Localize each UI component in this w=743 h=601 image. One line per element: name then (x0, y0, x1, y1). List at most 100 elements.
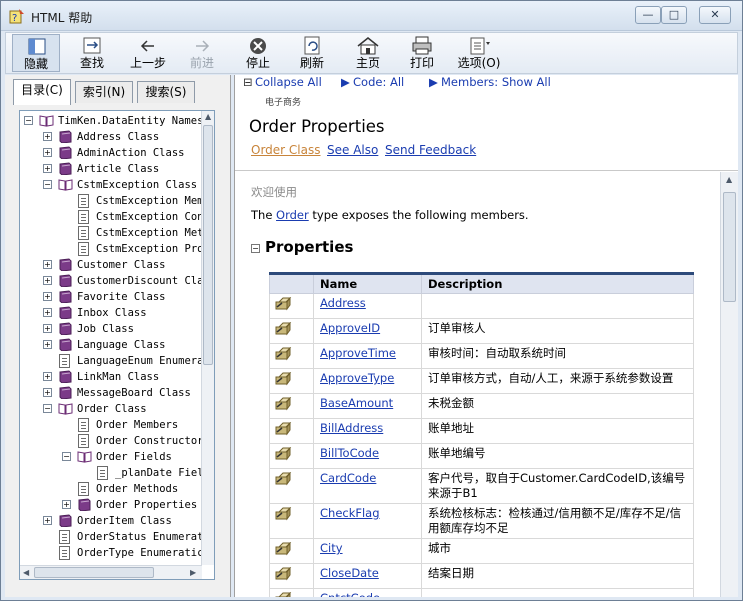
content-scroll-up-icon[interactable]: ▲ (726, 175, 732, 184)
expand-icon[interactable]: + (43, 388, 52, 397)
code-dropdown-icon[interactable]: ▶ (341, 75, 350, 89)
tree-item[interactable]: + Article Class (20, 161, 202, 177)
tree-horizontal-thumb[interactable] (34, 567, 154, 578)
properties-table: Name Description Address ApproveID 订单审核人 Ap… (269, 272, 694, 597)
property-link[interactable]: CheckFlag (320, 506, 380, 520)
content-vertical-thumb[interactable] (723, 192, 736, 302)
tree-item[interactable]: + Customer Class (20, 257, 202, 273)
expand-icon[interactable]: + (43, 132, 52, 141)
tree-item[interactable]: − Order Class (20, 401, 202, 417)
minimize-button[interactable]: — (635, 6, 661, 24)
scroll-left-icon[interactable]: ◀ (23, 568, 29, 577)
tree-item[interactable]: _planDate Fiel (20, 465, 202, 481)
close-button[interactable]: ✕ (699, 6, 731, 24)
property-link[interactable]: ApproveType (320, 371, 394, 385)
tree-item[interactable]: CstmException Mem (20, 193, 202, 209)
scroll-right-icon[interactable]: ▶ (190, 568, 196, 577)
tree-item[interactable]: − CstmException Class (20, 177, 202, 193)
tree-item[interactable]: Order Methods (20, 481, 202, 497)
public-property-icon (275, 297, 292, 311)
tree-item[interactable]: + AdminAction Class (20, 145, 202, 161)
home-button[interactable]: 主页 (344, 34, 392, 72)
expand-icon[interactable]: + (62, 500, 71, 509)
order-class-link[interactable]: Order Class (251, 143, 321, 157)
tree-item[interactable]: + LinkMan Class (20, 369, 202, 385)
property-link[interactable]: CardCode (320, 471, 376, 485)
tree-item[interactable]: − TimKen.DataEntity Names (20, 113, 202, 129)
tree-item[interactable]: + Inbox Class (20, 305, 202, 321)
tab-contents[interactable]: 目录(C) (13, 79, 71, 105)
tree-item[interactable]: OrderType Enumeratic (20, 545, 202, 561)
tree-item[interactable]: + Favorite Class (20, 289, 202, 305)
tree-vertical-scrollbar[interactable]: ▲ (201, 111, 214, 565)
tree-item[interactable]: − Order Fields (20, 449, 202, 465)
tree-item[interactable]: OrderStatus Enumerat (20, 529, 202, 545)
property-link[interactable]: City (320, 541, 343, 555)
tree-item[interactable]: CstmException Con (20, 209, 202, 225)
content-vertical-scrollbar[interactable]: ▲ (720, 172, 738, 597)
property-link[interactable]: ApproveTime (320, 346, 396, 360)
collapse-icon[interactable]: − (62, 452, 71, 461)
tree-horizontal-scrollbar[interactable]: ◀ ▶ (20, 565, 202, 579)
order-type-link[interactable]: Order (276, 208, 309, 222)
tree-item[interactable]: CstmException Pro (20, 241, 202, 257)
tree-item[interactable]: + MessageBoard Class (20, 385, 202, 401)
tree-item-label: LinkMan Class (77, 371, 160, 383)
property-link[interactable]: BillToCode (320, 446, 379, 460)
expand-icon[interactable]: + (43, 164, 52, 173)
members-filter-link[interactable]: Members: Show All (441, 75, 551, 89)
refresh-button[interactable]: 刷新 (288, 34, 336, 72)
expand-icon[interactable]: + (43, 340, 52, 349)
collapse-icon[interactable]: − (24, 116, 33, 125)
property-link[interactable]: BaseAmount (320, 396, 393, 410)
tree-item[interactable]: CstmException Met (20, 225, 202, 241)
property-link[interactable]: BillAddress (320, 421, 383, 435)
expand-icon[interactable]: + (43, 292, 52, 301)
tree-item[interactable]: + OrderItem Class (20, 513, 202, 529)
description-cell (421, 588, 694, 597)
members-dropdown-icon[interactable]: ▶ (429, 75, 438, 89)
tree-vertical-thumb[interactable] (203, 125, 213, 365)
expand-icon[interactable]: + (43, 148, 52, 157)
tab-index[interactable]: 索引(N) (75, 81, 133, 103)
expand-icon[interactable]: + (43, 260, 52, 269)
collapse-icon[interactable]: − (43, 180, 52, 189)
property-link[interactable]: CloseDate (320, 566, 379, 580)
stop-button[interactable]: 停止 (234, 34, 282, 72)
collapse-all-link[interactable]: Collapse All (255, 75, 322, 89)
see-also-link[interactable]: See Also (327, 143, 378, 157)
tree-item[interactable]: Order Constructor (20, 433, 202, 449)
expand-icon[interactable]: + (43, 324, 52, 333)
back-button[interactable]: 上一步 (124, 34, 172, 72)
tree-item[interactable]: Order Members (20, 417, 202, 433)
property-link[interactable]: ApproveID (320, 321, 380, 335)
property-link[interactable]: CntctCode (320, 591, 380, 597)
expand-icon[interactable]: + (43, 516, 52, 525)
title-bar[interactable]: ? HTML 帮助 — □ ✕ (1, 1, 742, 31)
print-button[interactable]: 打印 (398, 34, 446, 72)
tree-item[interactable]: + CustomerDiscount Cla (20, 273, 202, 289)
property-link[interactable]: Address (320, 296, 366, 310)
tab-search[interactable]: 搜索(S) (137, 81, 195, 103)
tree-item[interactable]: + Order Properties (20, 497, 202, 513)
collapse-icon[interactable]: − (43, 404, 52, 413)
send-feedback-link[interactable]: Send Feedback (385, 143, 476, 157)
topic-header: ⊟ Collapse All ▶ Code: All ▶ Members: Sh… (235, 75, 738, 171)
options-button[interactable]: 选项(O) (452, 34, 506, 72)
forward-button[interactable]: 前进 (178, 34, 226, 72)
scroll-up-icon[interactable]: ▲ (205, 112, 211, 121)
maximize-button[interactable]: □ (661, 6, 687, 24)
icon-cell (269, 418, 314, 444)
tree-item[interactable]: + Job Class (20, 321, 202, 337)
expand-icon[interactable]: + (43, 308, 52, 317)
code-filter-link[interactable]: Code: All (353, 75, 404, 89)
expand-icon[interactable]: + (43, 276, 52, 285)
hide-button[interactable]: 隐藏 (12, 34, 60, 72)
collapse-toggle-icon[interactable]: ⊟ (243, 75, 253, 89)
section-collapse-icon[interactable]: − (251, 244, 260, 253)
tree-item[interactable]: + Language Class (20, 337, 202, 353)
locate-button[interactable]: 查找 (68, 34, 116, 72)
tree-item[interactable]: + Address Class (20, 129, 202, 145)
tree-item[interactable]: LanguageEnum Enumera (20, 353, 202, 369)
expand-icon[interactable]: + (43, 372, 52, 381)
